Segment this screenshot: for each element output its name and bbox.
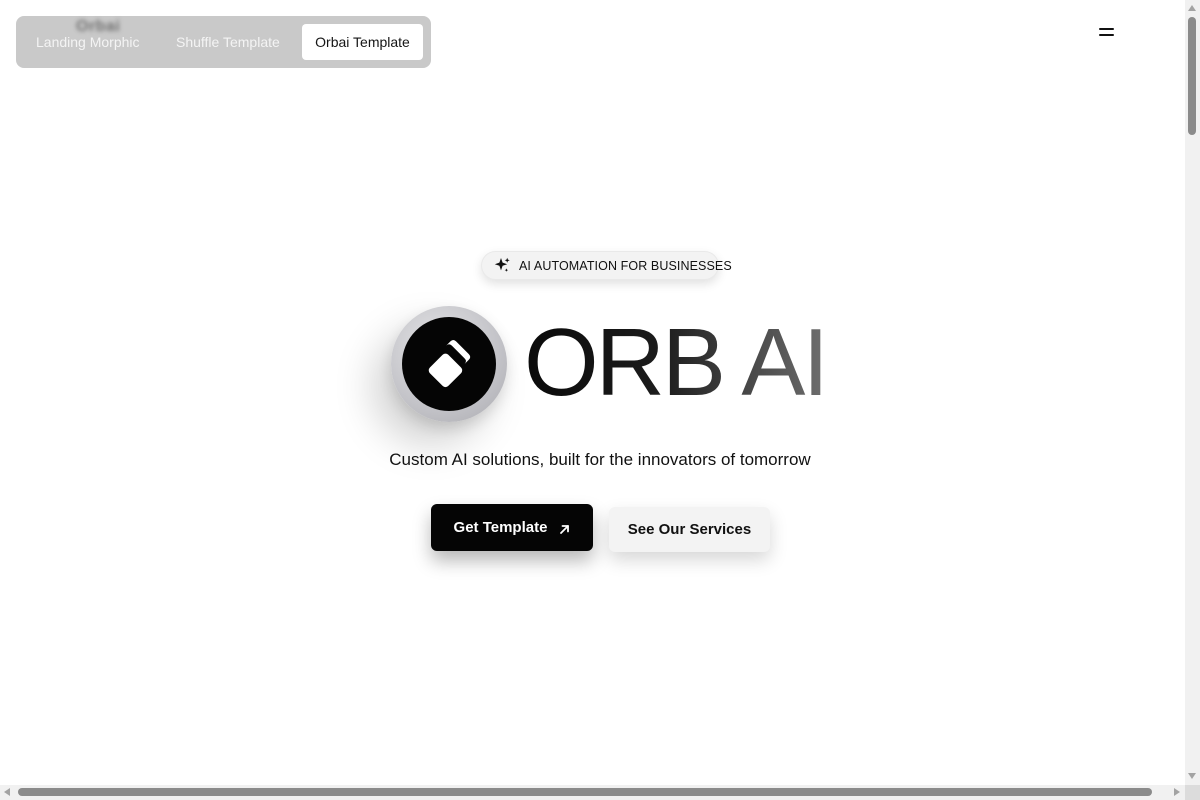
- scroll-down-icon[interactable]: [1188, 773, 1196, 779]
- get-template-button[interactable]: Get Template: [431, 504, 593, 551]
- orb-logo-glyph: [428, 339, 471, 388]
- tab-shuffle-template[interactable]: Shuffle Template: [164, 24, 292, 60]
- menu-line: [1099, 28, 1114, 30]
- badge-text: AI AUTOMATION FOR BUSINESSES: [519, 258, 732, 273]
- see-our-services-label: See Our Services: [627, 521, 752, 538]
- tab-orbai-template[interactable]: Orbai Template: [302, 24, 423, 60]
- menu-line: [1099, 34, 1114, 36]
- vertical-scroll-thumb[interactable]: [1188, 17, 1196, 135]
- sparkle-icon: [494, 257, 511, 274]
- get-template-label: Get Template: [453, 519, 548, 536]
- scroll-left-icon[interactable]: [4, 788, 10, 796]
- hero-subtitle: Custom AI solutions, built for the innov…: [389, 450, 811, 469]
- hero-title: ORB AI: [524, 309, 829, 416]
- scrollbar-corner: [1185, 785, 1200, 800]
- page: Orbai Landing Morphic Shuffle Template O…: [0, 0, 1200, 800]
- vertical-scrollbar[interactable]: [1185, 0, 1200, 785]
- see-our-services-button[interactable]: See Our Services: [609, 507, 770, 552]
- tab-landing-morphic[interactable]: Landing Morphic: [24, 24, 152, 60]
- scroll-up-icon[interactable]: [1188, 5, 1196, 11]
- hamburger-icon[interactable]: [1092, 20, 1122, 44]
- horizontal-scroll-thumb[interactable]: [18, 788, 1152, 796]
- orb-logo-icon: [391, 306, 507, 422]
- horizontal-scrollbar[interactable]: [0, 785, 1185, 800]
- arrow-up-right-icon: [559, 522, 570, 534]
- hero-badge: AI AUTOMATION FOR BUSINESSES: [481, 251, 732, 280]
- template-switcher: Orbai Landing Morphic Shuffle Template O…: [16, 16, 431, 68]
- scroll-right-icon[interactable]: [1174, 788, 1180, 796]
